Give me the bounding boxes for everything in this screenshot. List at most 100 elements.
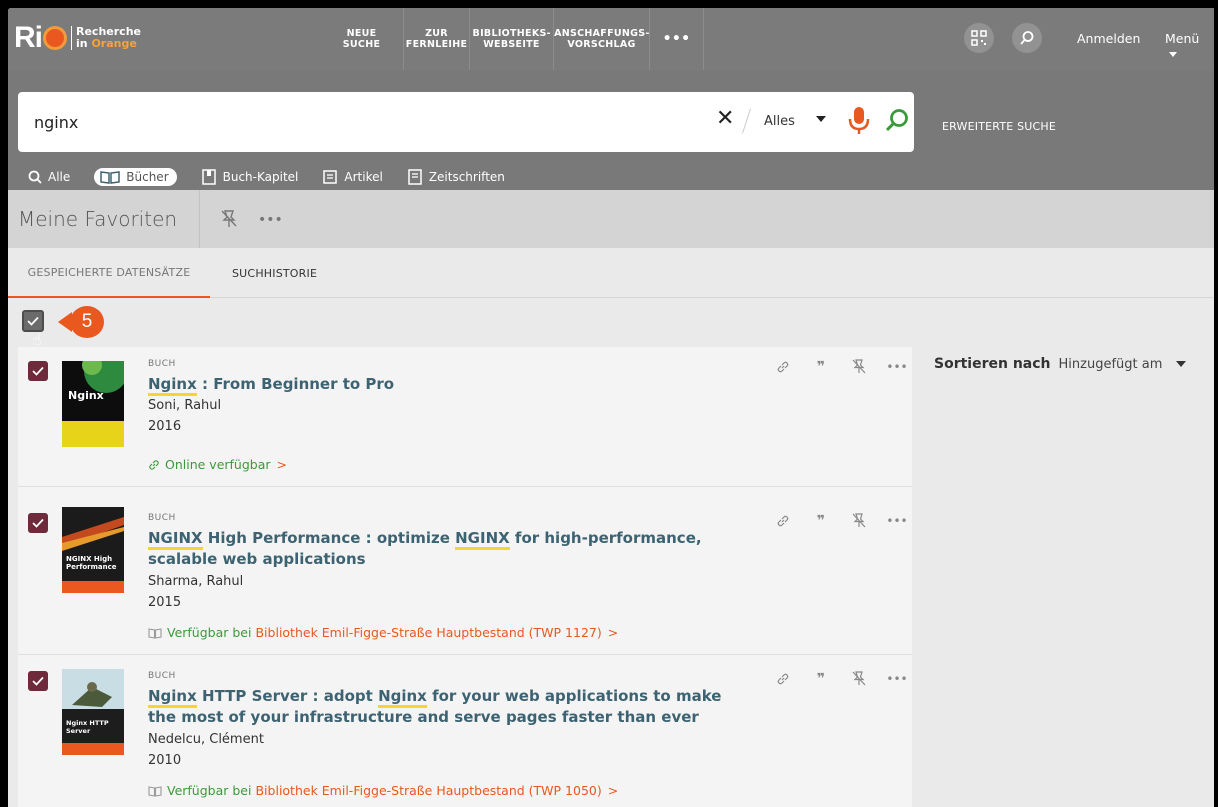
link-icon [149, 459, 159, 470]
citation-icon[interactable]: ❞ [802, 359, 840, 375]
library-location: Bibliothek Emil-Figge-Straße Hauptbestan… [255, 625, 602, 640]
availability-text: Verfügbar bei [167, 625, 252, 640]
filter-artikel[interactable]: Artikel [322, 169, 383, 185]
filter-zeitschriften[interactable]: Zeitschriften [407, 169, 505, 185]
book-cover[interactable]: NGINX High Performance [62, 507, 124, 593]
checkmark-icon [32, 676, 44, 686]
record-title[interactable]: Nginx : From Beginner to Pro [148, 374, 748, 396]
record-more-button[interactable]: ••• [878, 514, 916, 528]
menu-caret-icon [1169, 52, 1177, 57]
record-more-button[interactable]: ••• [878, 360, 916, 374]
record-availability[interactable]: Online verfügbar > [148, 457, 287, 472]
nav-neue-suche[interactable]: NEUE SUCHE [320, 8, 404, 70]
advanced-search-link[interactable]: ERWEITERTE SUCHE [942, 120, 1056, 133]
record-meta: Sharma, Rahul 2015 [148, 571, 243, 613]
scope-caret-icon[interactable] [816, 116, 826, 122]
book-open-icon [148, 627, 162, 639]
permalink-icon[interactable] [764, 672, 802, 686]
sort-caret-icon[interactable] [1176, 361, 1187, 367]
qr-code-icon[interactable] [964, 23, 994, 53]
record-type: BUCH [148, 513, 176, 523]
menu-button[interactable]: Menü [1165, 31, 1214, 61]
favorites-more-button[interactable]: ••• [258, 212, 283, 228]
journal-icon [408, 169, 422, 185]
login-link[interactable]: Anmelden [1077, 31, 1140, 46]
tab-saved-records[interactable]: GESPEICHERTE DATENSÄTZE [8, 248, 210, 298]
unpin-icon[interactable] [840, 359, 878, 375]
library-location: Bibliothek Emil-Figge-Straße Hauptbestan… [255, 783, 602, 798]
search-submit-icon[interactable] [884, 108, 910, 138]
top-search-icon[interactable] [1012, 23, 1042, 53]
citation-icon[interactable]: ❞ [802, 513, 840, 529]
search-scope-select[interactable]: Alles [764, 114, 795, 129]
resource-filters: Alle Bücher Buch-Kapitel Artikel Zeitsch… [28, 166, 529, 188]
title-text: High Performance : optimize [202, 529, 456, 547]
app-frame: Ri Recherche in Orange NEUE SUCHE ZUR FE… [8, 8, 1214, 807]
search-icon [28, 170, 42, 184]
checkmark-icon [32, 366, 44, 376]
search-area: ✕ Alles ERWEITERTE SUCHE Alle Bücher [8, 70, 1214, 190]
title-highlight: Nginx [378, 687, 427, 708]
citation-icon[interactable]: ❞ [802, 671, 840, 687]
chevron-right-icon: > [607, 625, 619, 640]
list-item[interactable]: Nginx HTTP Server BUCH Nginx HTTP Server… [18, 655, 912, 807]
record-meta: Soni, Rahul 2016 [148, 395, 221, 437]
record-checkbox[interactable] [28, 361, 48, 381]
filter-alle[interactable]: Alle [28, 170, 70, 184]
record-title[interactable]: NGINX High Performance : optimize NGINX … [148, 528, 748, 570]
unpin-icon[interactable] [840, 671, 878, 687]
filter-label: Artikel [344, 170, 383, 184]
nav-links: NEUE SUCHE ZUR FERNLEIHE BIBLIOTHEKS-WEB… [320, 8, 704, 70]
unpin-icon[interactable] [220, 209, 238, 233]
top-navigation: Ri Recherche in Orange NEUE SUCHE ZUR FE… [8, 8, 1214, 70]
book-cover[interactable]: Nginx HTTP Server [62, 669, 124, 755]
logo[interactable]: Ri Recherche in Orange [14, 20, 141, 56]
select-all-checkbox[interactable] [22, 310, 44, 332]
clear-search-icon[interactable]: ✕ [716, 106, 734, 131]
title-text: : From Beginner to Pro [196, 375, 395, 393]
favorites-tabs: GESPEICHERTE DATENSÄTZE SUCHHISTORIE [8, 248, 1214, 298]
title-highlight: Nginx [148, 687, 197, 708]
checkmark-icon [32, 518, 44, 528]
sort-control[interactable]: Sortieren nach Hinzugefügt am [934, 356, 1187, 372]
favorites-header: Meine Favoriten ••• [8, 190, 1214, 248]
record-more-button[interactable]: ••• [878, 672, 916, 686]
unpin-icon[interactable] [840, 513, 878, 529]
record-availability[interactable]: Verfügbar bei Bibliothek Emil-Figge-Stra… [148, 783, 618, 798]
nav-anschaffungsvorschlag[interactable]: ANSCHAFFUNGS-VORSCHLAG [554, 8, 650, 70]
title-highlight: Nginx [148, 375, 197, 396]
book-open-icon [100, 171, 121, 184]
microphone-icon[interactable] [848, 106, 870, 140]
nav-more-button[interactable]: ••• [650, 8, 704, 70]
permalink-icon[interactable] [764, 360, 802, 374]
cover-title: Nginx HTTP Server [66, 719, 109, 735]
title-text: HTTP Server : adopt [196, 687, 379, 705]
nav-fernleihe[interactable]: ZUR FERNLEIHE [404, 8, 470, 70]
record-title[interactable]: Nginx HTTP Server : adopt Nginx for your… [148, 686, 748, 728]
sort-label: Sortieren nach [934, 356, 1051, 372]
record-year: 2016 [148, 419, 182, 434]
record-checkbox[interactable] [28, 671, 48, 691]
step-callout: 5 [58, 306, 104, 338]
filter-buch-kapitel[interactable]: Buch-Kapitel [201, 169, 299, 185]
sort-value[interactable]: Hinzugefügt am [1059, 357, 1163, 372]
book-open-icon [148, 785, 162, 797]
list-item[interactable]: NGINX High Performance BUCH NGINX High P… [18, 487, 912, 655]
record-checkbox[interactable] [28, 513, 48, 533]
tab-search-history[interactable]: SUCHHISTORIE [232, 248, 317, 298]
logo-brand: Ri [14, 21, 43, 54]
filter-label: Buch-Kapitel [222, 170, 299, 184]
page-title: Meine Favoriten [8, 190, 200, 248]
nav-bibliothek-webseite[interactable]: BIBLIOTHEKS-WEBSEITE [470, 8, 554, 70]
permalink-icon[interactable] [764, 514, 802, 528]
list-item[interactable]: Nginx BUCH Nginx : From Beginner to Pro … [18, 347, 912, 487]
filter-buecher[interactable]: Bücher [94, 168, 177, 186]
search-separator [742, 108, 751, 134]
record-availability[interactable]: Verfügbar bei Bibliothek Emil-Figge-Stra… [148, 625, 618, 640]
results-list: Nginx BUCH Nginx : From Beginner to Pro … [18, 347, 912, 807]
logo-tagline: Recherche in Orange [71, 26, 141, 50]
record-actions: ❞ ••• [764, 513, 916, 529]
book-cover[interactable]: Nginx [62, 361, 124, 447]
search-input[interactable] [34, 110, 634, 134]
callout-number: 5 [70, 306, 104, 338]
